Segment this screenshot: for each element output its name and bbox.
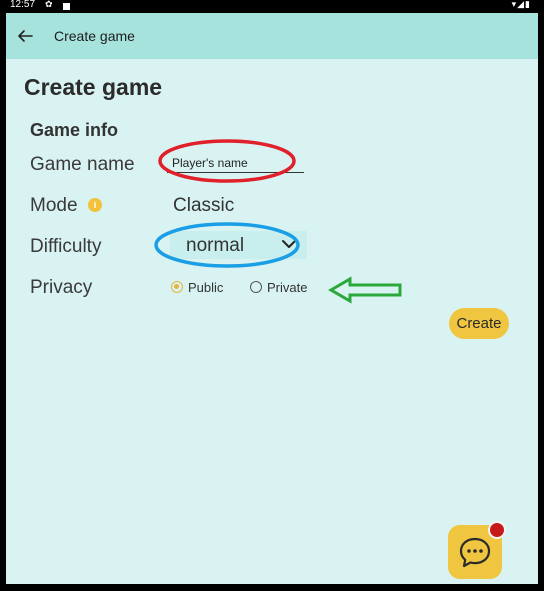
status-bar: 12:57 ✿ ▾◢▮ (3, 0, 541, 13)
radio-circle-checked (171, 281, 183, 293)
chat-icon (459, 537, 491, 568)
game-name-label: Game name (30, 154, 135, 175)
privacy-label: Privacy (30, 277, 93, 298)
mode-label: Mode (30, 195, 78, 216)
page-title: Create game (24, 74, 163, 100)
radio-public-label: Public (188, 279, 224, 295)
gear-icon: ✿ (45, 0, 53, 9)
square-icon (63, 3, 70, 10)
game-name-input[interactable] (167, 153, 304, 173)
section-title: Game info (30, 120, 119, 140)
difficulty-dropdown[interactable]: normal (170, 231, 307, 259)
difficulty-value: normal (186, 235, 245, 256)
status-time: 12:57 (10, 0, 36, 10)
app-bar: Create game (6, 13, 538, 59)
chevron-down-icon (282, 240, 296, 248)
app-bar-title: Create game (54, 28, 135, 44)
status-icons: ▾◢▮ (511, 0, 531, 9)
info-icon[interactable]: i (88, 198, 102, 212)
notification-dot (488, 521, 506, 539)
create-button[interactable]: Create (449, 308, 509, 339)
radio-public[interactable]: Public (171, 279, 224, 295)
mode-value: Classic (173, 195, 235, 216)
arrow-left-icon[interactable] (14, 25, 36, 47)
radio-private[interactable]: Private (250, 279, 308, 295)
difficulty-label: Difficulty (30, 236, 102, 257)
radio-private-label: Private (267, 279, 308, 295)
radio-circle-unchecked (250, 281, 262, 293)
